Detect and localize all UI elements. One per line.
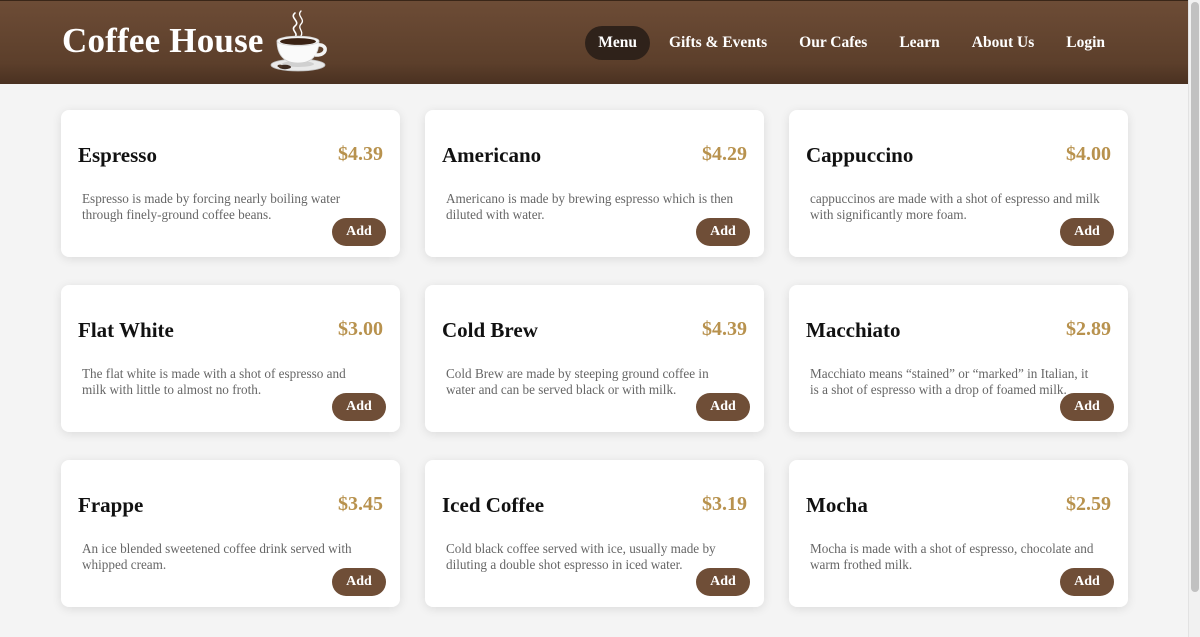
nav-learn[interactable]: Learn	[886, 26, 952, 60]
add-button[interactable]: Add	[332, 393, 386, 421]
add-button[interactable]: Add	[696, 218, 750, 246]
nav-our-cafes[interactable]: Our Cafes	[786, 26, 880, 60]
item-description: Cold Brew are made by steeping ground co…	[446, 366, 709, 397]
item-price: $2.59	[1066, 493, 1111, 515]
item-price: $4.39	[702, 318, 747, 340]
add-button[interactable]: Add	[332, 218, 386, 246]
item-name: Cold Brew	[442, 318, 538, 342]
menu-grid: Espresso $4.39 Espresso is made by forci…	[61, 110, 1128, 607]
add-button[interactable]: Add	[696, 568, 750, 596]
item-description: The flat white is made with a shot of es…	[82, 366, 346, 397]
add-button[interactable]: Add	[1060, 568, 1114, 596]
item-name: Americano	[442, 143, 542, 167]
menu-card-espresso: Espresso $4.39 Espresso is made by forci…	[61, 110, 400, 257]
menu-card-cappuccino: Cappuccino $4.00 cappuccinos are made wi…	[789, 110, 1128, 257]
menu-card-flat-white: Flat White $3.00 The flat white is made …	[61, 285, 400, 432]
menu-card-cold-brew: Cold Brew $4.39 Cold Brew are made by st…	[425, 285, 764, 432]
main-nav: Menu Gifts & Events Our Cafes Learn Abou…	[579, 26, 1118, 60]
brand[interactable]: Coffee House	[62, 9, 328, 73]
menu-card-frappe: Frappe $3.45 An ice blended sweetened co…	[61, 460, 400, 607]
item-name: Cappuccino	[806, 143, 914, 167]
menu-card-americano: Americano $4.29 Americano is made by bre…	[425, 110, 764, 257]
item-name: Macchiato	[806, 318, 901, 342]
item-price: $4.39	[338, 143, 383, 165]
item-price: $3.00	[338, 318, 383, 340]
menu-card-macchiato: Macchiato $2.89 Macchiato means “stained…	[789, 285, 1128, 432]
item-price: $4.00	[1066, 143, 1111, 165]
item-description: Espresso is made by forcing nearly boili…	[82, 191, 341, 222]
item-name: Frappe	[78, 493, 144, 517]
item-name: Espresso	[78, 143, 157, 167]
nav-gifts-events[interactable]: Gifts & Events	[656, 26, 780, 60]
scrollbar-thumb[interactable]	[1191, 2, 1199, 592]
add-button[interactable]: Add	[696, 393, 750, 421]
item-description: Americano is made by brewing espresso wh…	[446, 191, 734, 222]
coffee-cup-icon	[270, 10, 327, 72]
nav-login[interactable]: Login	[1053, 26, 1118, 60]
nav-about-us[interactable]: About Us	[959, 26, 1047, 60]
page: Coffee House Menu Gifts & Events Our Caf…	[0, 0, 1188, 637]
item-price: $3.45	[338, 493, 383, 515]
menu-card-mocha: Mocha $2.59 Mocha is made with a shot of…	[789, 460, 1128, 607]
site-header: Coffee House Menu Gifts & Events Our Caf…	[0, 0, 1188, 84]
item-description: Cold black coffee served with ice, usual…	[446, 541, 716, 572]
item-name: Flat White	[78, 318, 174, 342]
item-description: Macchiato means “stained” or “marked” in…	[810, 366, 1089, 397]
item-description: An ice blended sweetened coffee drink se…	[82, 541, 352, 572]
menu-card-iced-coffee: Iced Coffee $3.19 Cold black coffee serv…	[425, 460, 764, 607]
brand-name: Coffee House	[62, 21, 264, 60]
vertical-scrollbar[interactable]	[1188, 0, 1200, 637]
add-button[interactable]: Add	[332, 568, 386, 596]
item-name: Iced Coffee	[442, 493, 545, 517]
add-button[interactable]: Add	[1060, 218, 1114, 246]
item-description: cappuccinos are made with a shot of espr…	[810, 191, 1100, 222]
item-price: $3.19	[702, 493, 747, 515]
item-name: Mocha	[806, 493, 868, 517]
nav-menu[interactable]: Menu	[585, 26, 650, 60]
item-price: $2.89	[1066, 318, 1111, 340]
item-price: $4.29	[702, 143, 747, 165]
item-description: Mocha is made with a shot of espresso, c…	[810, 541, 1094, 572]
add-button[interactable]: Add	[1060, 393, 1114, 421]
